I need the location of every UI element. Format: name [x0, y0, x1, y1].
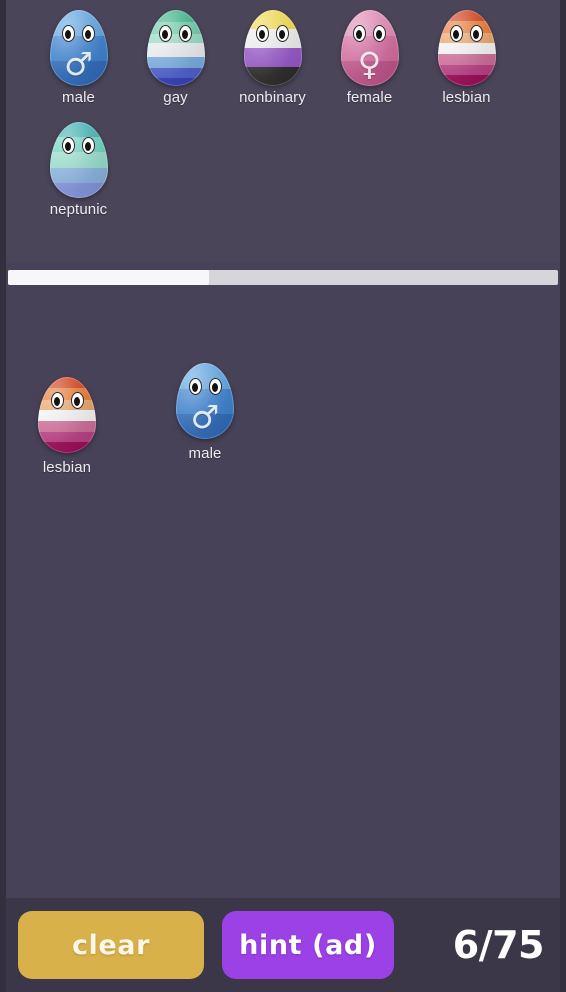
egg-stripe	[38, 431, 96, 443]
egg-stripe	[437, 75, 496, 86]
palette-panel: ♂ male gay nonbinary ♀ female lesbian neptunic	[0, 0, 566, 262]
egg-shape	[38, 377, 96, 453]
egg-label: male	[62, 89, 95, 106]
answer-panel[interactable]: lesbian ♂ male	[0, 292, 566, 898]
egg-stripe	[243, 10, 302, 29]
egg-stripe	[437, 64, 496, 76]
palette-egg-male[interactable]: ♂ male	[30, 10, 127, 122]
egg-flag-stripes	[146, 10, 205, 86]
egg-flag-stripes	[49, 10, 108, 86]
egg-label: male	[188, 445, 222, 462]
egg-stripe	[243, 67, 302, 86]
answer-egg-lesbian[interactable]: lesbian	[38, 377, 96, 476]
egg-label: nonbinary	[239, 89, 306, 106]
egg-stripe	[146, 57, 205, 68]
egg-shape: ♂	[176, 363, 234, 439]
palette-egg-grid: ♂ male gay nonbinary ♀ female lesbian neptunic	[0, 10, 566, 234]
egg-stripe	[38, 387, 96, 400]
egg-stripe	[437, 20, 496, 33]
egg-stripe	[49, 167, 108, 183]
egg-stripe	[38, 377, 96, 388]
bottom-bar: clear hint (ad) 6/75	[0, 898, 566, 992]
egg-stripe	[146, 78, 205, 86]
egg-label: neptunic	[49, 201, 108, 218]
egg-stripe	[243, 48, 302, 67]
egg-stripe	[49, 182, 108, 198]
egg-stripe	[176, 363, 234, 389]
palette-scrollbar-thumb[interactable]	[8, 269, 209, 285]
egg-stripe	[437, 43, 496, 55]
egg-stripe	[340, 10, 399, 36]
egg-stripe	[49, 35, 108, 61]
egg-shape	[437, 10, 496, 86]
egg-stripe	[340, 35, 399, 61]
egg-stripe	[243, 29, 302, 48]
egg-shape	[49, 122, 108, 198]
palette-scrollbar-row	[0, 262, 566, 292]
frame-edge-left	[0, 0, 6, 992]
palette-scrollbar-track[interactable]	[8, 269, 558, 285]
egg-stripe	[437, 10, 496, 21]
palette-egg-nonbinary[interactable]: nonbinary	[224, 10, 321, 122]
progress-counter: 6/75	[452, 923, 545, 967]
egg-flag-stripes	[38, 377, 96, 453]
egg-label: lesbian	[42, 459, 92, 476]
answer-egg-row: lesbian ♂ male	[0, 363, 566, 476]
egg-shape: ♀	[340, 10, 399, 86]
egg-flag-stripes	[340, 10, 399, 86]
egg-stripe	[49, 122, 108, 138]
egg-stripe	[146, 10, 205, 23]
egg-shape	[243, 10, 302, 86]
egg-stripe	[49, 60, 108, 86]
palette-egg-neptunic[interactable]: neptunic	[30, 122, 127, 234]
egg-stripe	[38, 442, 96, 453]
hint-ad-button[interactable]: hint (ad)	[222, 911, 394, 979]
egg-stripe	[176, 388, 234, 414]
egg-stripe	[146, 43, 205, 58]
egg-stripe	[146, 34, 205, 44]
clear-button[interactable]: clear	[18, 911, 204, 979]
palette-egg-female[interactable]: ♀ female	[321, 10, 418, 122]
egg-shape	[146, 10, 205, 86]
palette-egg-gay[interactable]: gay	[127, 10, 224, 122]
egg-stripe	[340, 60, 399, 86]
egg-flag-stripes	[437, 10, 496, 86]
answer-egg-male[interactable]: ♂ male	[176, 363, 234, 462]
egg-stripe	[146, 22, 205, 35]
palette-egg-lesbian[interactable]: lesbian	[418, 10, 515, 122]
egg-stripe	[38, 399, 96, 411]
egg-stripe	[38, 410, 96, 422]
egg-stripe	[38, 421, 96, 432]
egg-stripe	[146, 67, 205, 79]
frame-edge-right	[560, 0, 566, 992]
egg-stripe	[49, 152, 108, 168]
egg-label: lesbian	[442, 89, 491, 106]
egg-shape: ♂	[49, 10, 108, 86]
egg-label: gay	[163, 89, 188, 106]
egg-stripe	[437, 54, 496, 65]
egg-flag-stripes	[243, 10, 302, 86]
egg-flag-stripes	[49, 122, 108, 198]
egg-label: female	[346, 89, 393, 106]
egg-stripe	[176, 413, 234, 439]
egg-stripe	[49, 137, 108, 153]
egg-flag-stripes	[176, 363, 234, 439]
egg-stripe	[49, 10, 108, 36]
app-root: ♂ male gay nonbinary ♀ female lesbian neptunic …	[0, 0, 566, 992]
egg-stripe	[437, 32, 496, 44]
